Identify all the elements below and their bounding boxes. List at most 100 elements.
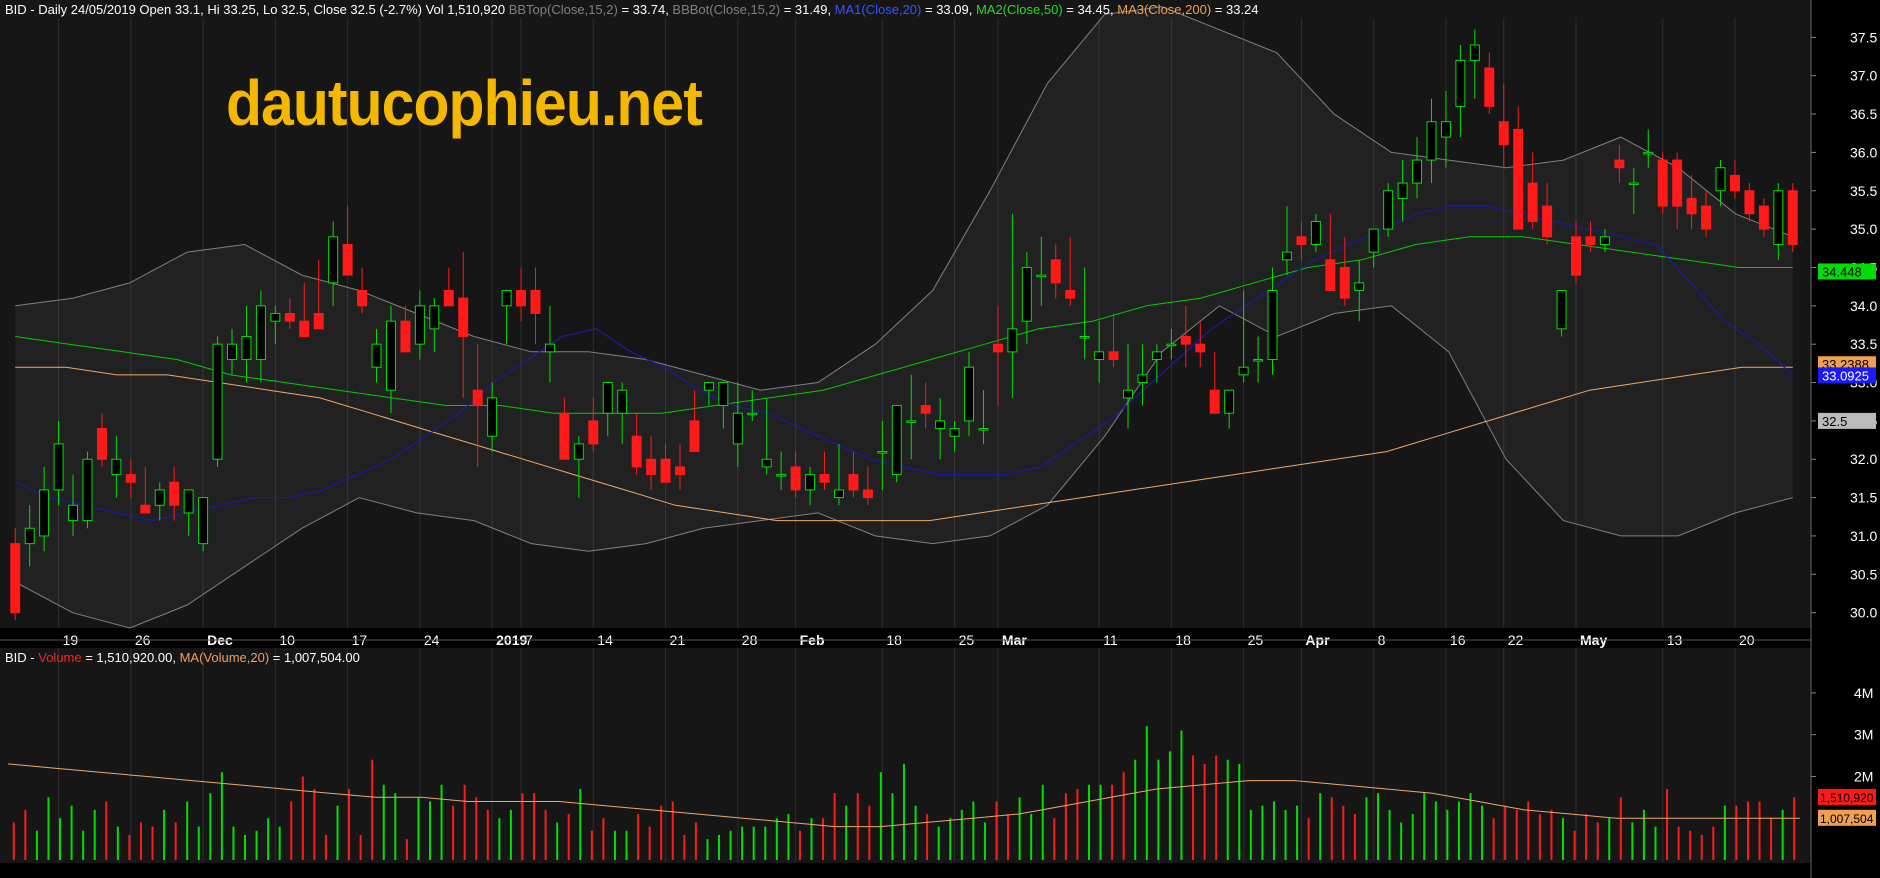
volume-tick-label: 3M [1854, 727, 1873, 743]
candle-up [385, 320, 396, 391]
candle-down [1498, 121, 1509, 146]
candle-down [125, 474, 136, 483]
candle-down [1050, 259, 1061, 284]
volume-ma-label: MA(Volume,20) [179, 650, 270, 665]
candle-down [920, 405, 931, 414]
ma3-label: MA3(Close,200) [1117, 2, 1212, 17]
ma1-value: = 33.09, [921, 2, 976, 17]
watermark-logo: dautucophieu.net [226, 67, 703, 139]
candle-up [964, 366, 975, 422]
candle-down [458, 297, 469, 338]
candle-down [790, 466, 801, 491]
candle-down [169, 481, 180, 506]
candle-up [1166, 343, 1177, 347]
candle-down [299, 320, 310, 338]
candle-up [703, 382, 714, 391]
candle-up [617, 389, 628, 414]
candle-up [1151, 351, 1162, 361]
candle-down [1729, 174, 1740, 192]
volume-tick-label: 2M [1854, 768, 1873, 784]
candle-down [1325, 259, 1336, 291]
candle-up [747, 412, 758, 416]
price-tick-label: 35.0 [1850, 221, 1877, 237]
volume-header-prefix: BID - [5, 650, 39, 665]
candle-up [1383, 190, 1394, 230]
bbbot-label: BBBot(Close,15,2) [672, 2, 781, 17]
candle-down [400, 320, 411, 353]
candle-down [646, 458, 657, 476]
candle-up [53, 443, 64, 491]
candle-up [833, 489, 844, 499]
candle-up [1397, 182, 1408, 199]
candle-up [544, 343, 555, 353]
candle-up [891, 405, 902, 476]
candle-up [487, 397, 498, 437]
candle-down [1758, 205, 1769, 230]
candle-down [1787, 190, 1798, 245]
candle-up [1715, 167, 1726, 192]
candle-down [862, 489, 873, 499]
candle-down [443, 289, 454, 307]
price-tick-label: 35.5 [1850, 183, 1877, 199]
candle-up [1310, 220, 1321, 245]
candle-down [1571, 236, 1581, 276]
candle-up [602, 382, 613, 414]
candle-down [1065, 289, 1076, 299]
volume-ma-value: = 1,007,504.00 [269, 650, 360, 665]
candle-down [516, 289, 527, 307]
candle-up [1224, 389, 1235, 414]
candle-up [1238, 366, 1249, 376]
candle-down [1108, 351, 1119, 361]
candle-down [675, 466, 685, 476]
header-prefix: BID - Daily 24/05/2019 Open 33.1, Hi 33.… [5, 2, 509, 17]
candle-down [284, 312, 295, 322]
candle-down [1527, 182, 1538, 222]
candle-down [10, 543, 21, 614]
candle-down [848, 474, 859, 491]
candle-up [877, 451, 888, 454]
candle-up [154, 489, 165, 506]
candle-up [776, 474, 787, 477]
price-tick-label: 37.0 [1850, 68, 1877, 84]
candle-up [1036, 274, 1047, 278]
candle-up [1007, 328, 1018, 353]
candle-down [1686, 197, 1697, 215]
candle-down [342, 243, 353, 276]
bbtop-label: BBTop(Close,15,2) [508, 2, 618, 17]
candle-down [1614, 159, 1625, 169]
candle-up [1599, 236, 1610, 245]
candle-up [732, 412, 743, 445]
volume-last-label: 1,510,920 [1820, 791, 1874, 805]
last-value-close-label: 32.5 [1822, 414, 1847, 429]
candle-up [501, 289, 512, 307]
candle-down [1585, 236, 1596, 245]
candle-down [588, 420, 599, 445]
candle-down [472, 389, 483, 407]
candle-down [1542, 205, 1553, 238]
candle-up [1773, 190, 1784, 245]
candle-up [1440, 121, 1451, 138]
candle-up [1628, 182, 1639, 186]
candle-down [1195, 343, 1206, 353]
candle-up [978, 428, 989, 431]
candle-up [241, 336, 252, 361]
candle-up [39, 489, 50, 537]
candle-down [1657, 159, 1668, 207]
candle-up [1021, 266, 1032, 322]
candle-down [1296, 236, 1307, 245]
candle-up [1412, 159, 1423, 184]
last-value-ma1-label: 33.0925 [1822, 368, 1869, 383]
candle-up [198, 497, 209, 545]
candle-down [357, 289, 368, 307]
candle-up [805, 474, 816, 491]
candle-down [660, 458, 671, 483]
candle-down [1484, 67, 1495, 107]
candle-up [1455, 59, 1466, 107]
ma3-value: = 33.24 [1211, 2, 1259, 17]
candle-down [1339, 266, 1350, 299]
candle-up [68, 504, 79, 522]
candle-down [96, 428, 107, 460]
candle-up [1137, 374, 1148, 384]
candle-up [1556, 289, 1567, 330]
candle-up [111, 458, 122, 476]
